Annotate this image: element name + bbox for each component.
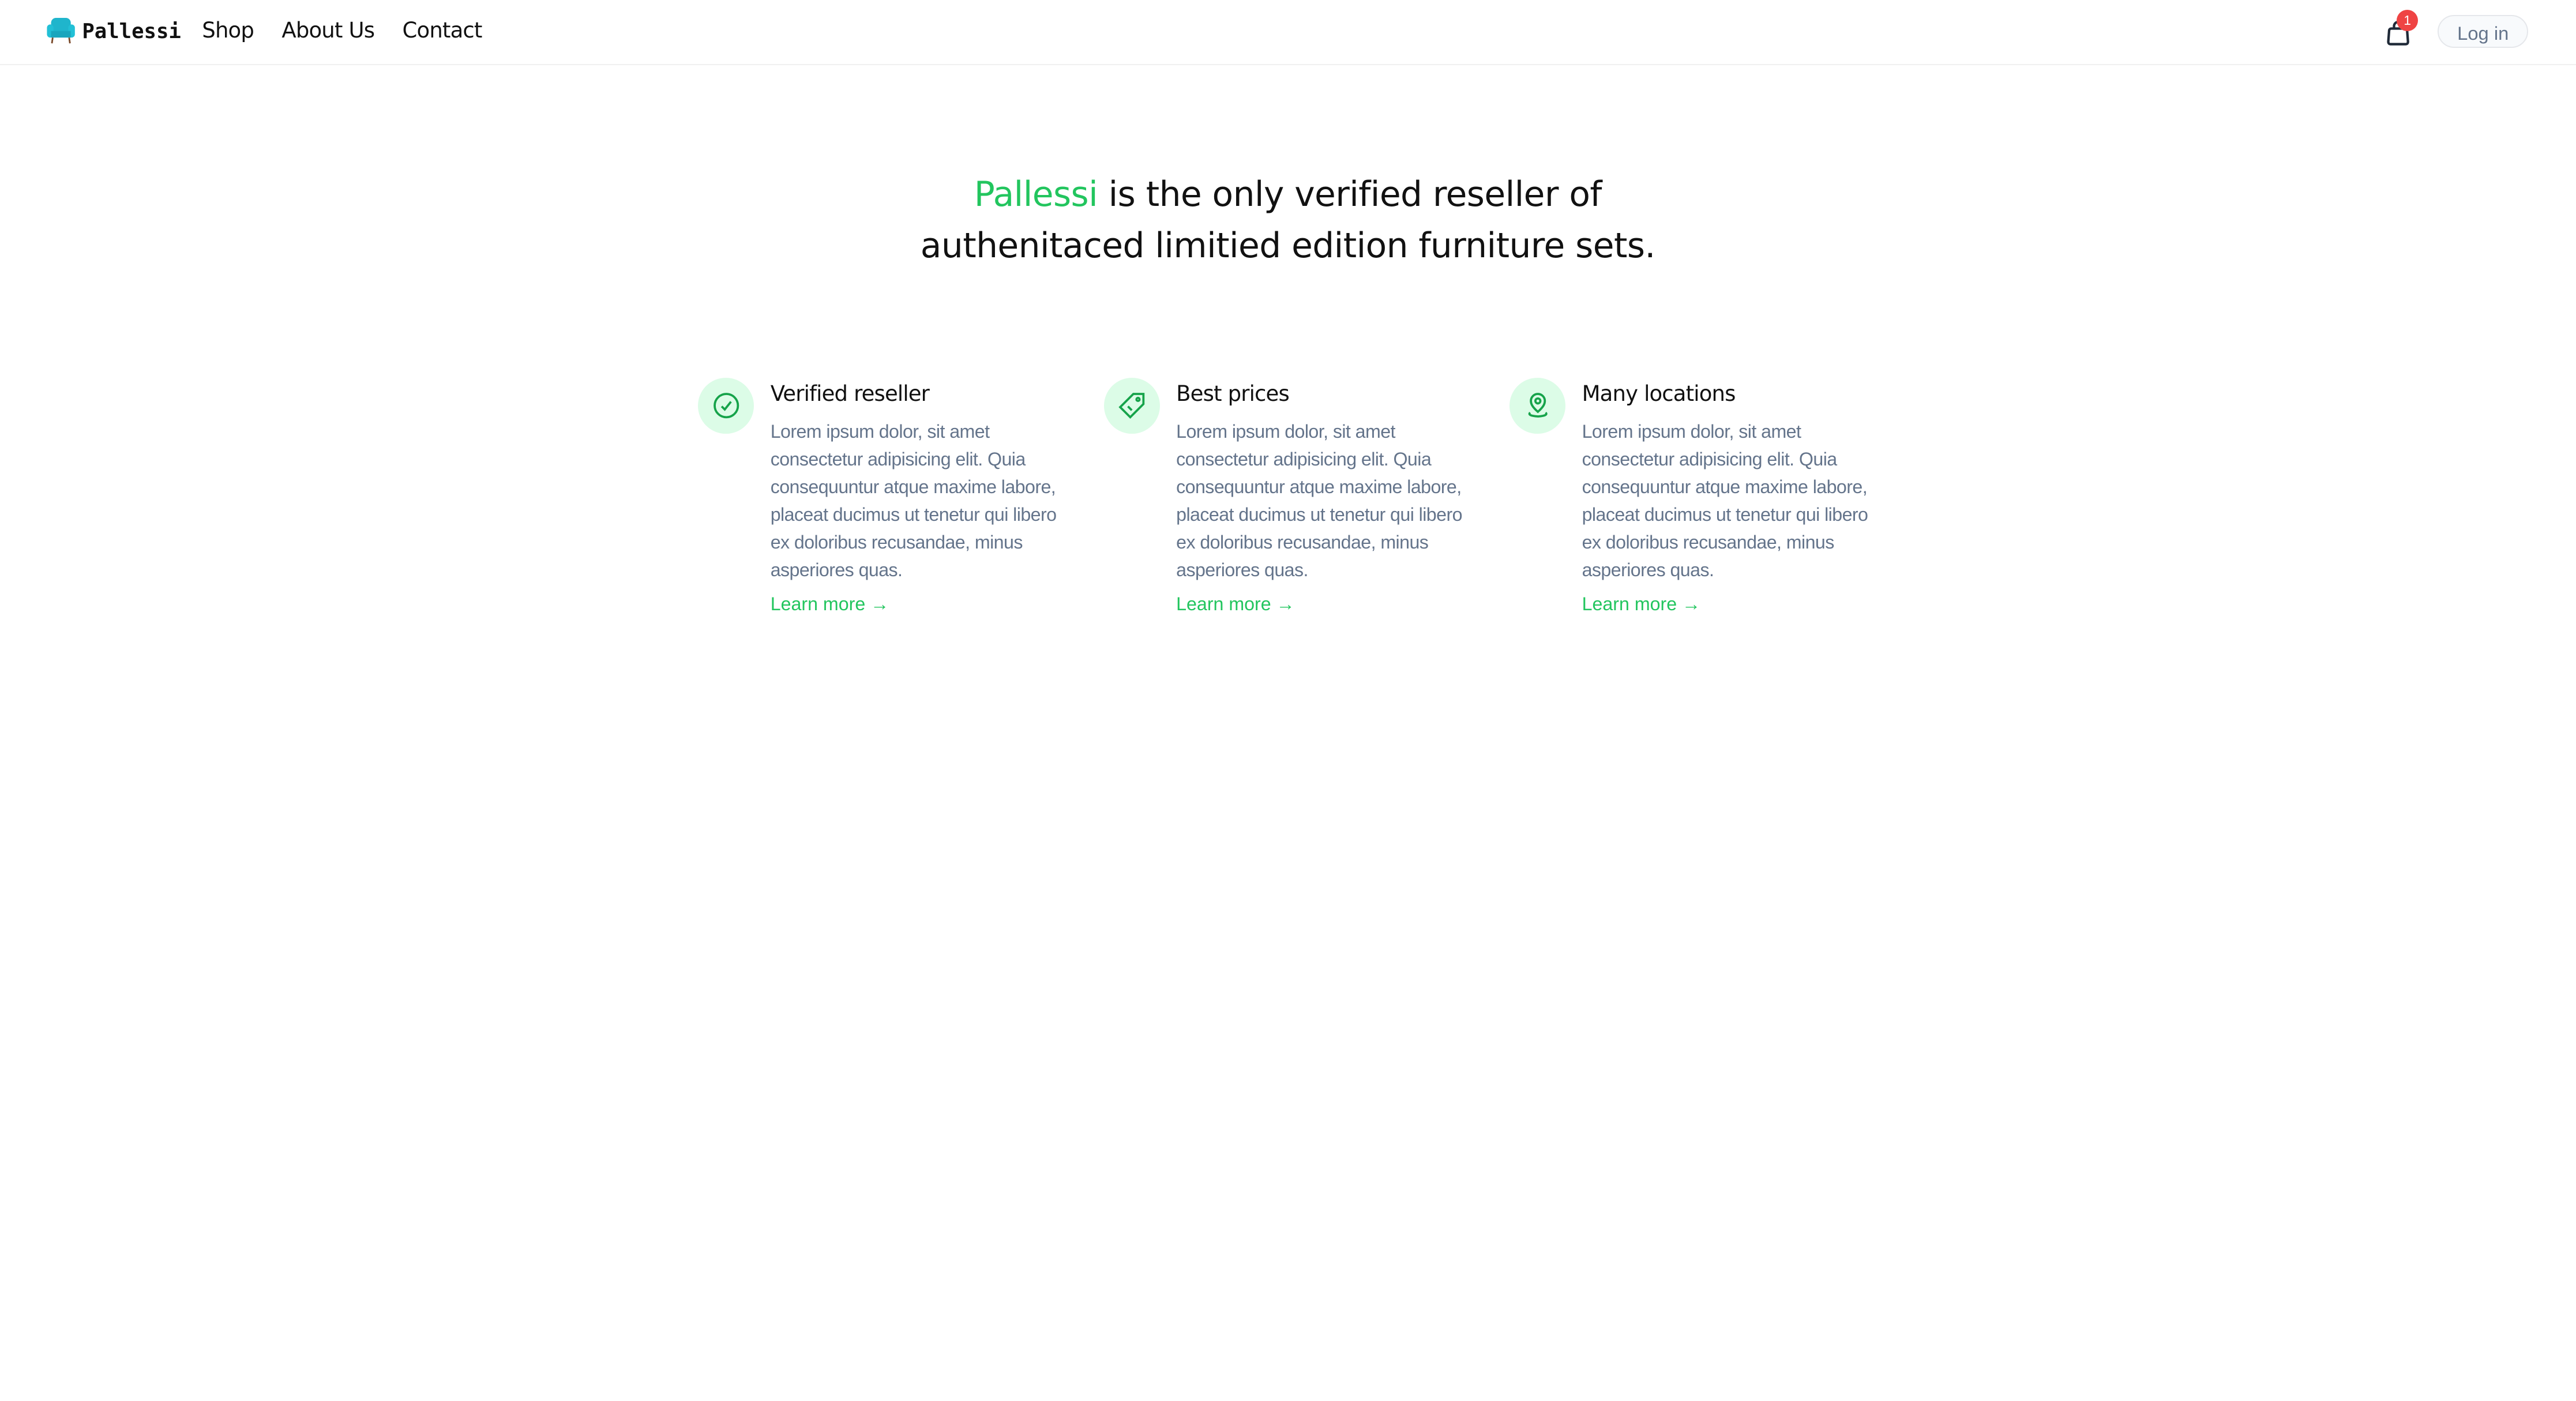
feature-description: Lorem ipsum dolor, sit amet consectetur … bbox=[770, 420, 1057, 581]
cart-count-badge: 1 bbox=[2397, 10, 2419, 32]
feature-description: Lorem ipsum dolor, sit amet consectetur … bbox=[1582, 420, 1868, 581]
feature-title: Verified reseller bbox=[770, 381, 930, 406]
check-circle-icon bbox=[698, 378, 754, 434]
feature-best-prices: Best prices Lorem ipsum dolor, sit amet … bbox=[1103, 378, 1509, 615]
navbar: Pallessi Shop About Us Contact 1 Log in bbox=[0, 0, 2576, 66]
hero-line1: is the only verified reseller of bbox=[1098, 174, 1602, 215]
hero-line2: authenitaced limitied edition furniture … bbox=[920, 225, 1656, 266]
armchair-icon bbox=[47, 18, 75, 44]
login-button[interactable]: Log in bbox=[2438, 14, 2529, 48]
nav-link-about-us[interactable]: About Us bbox=[281, 18, 375, 43]
feature-many-locations: Many locations Lorem ipsum dolor, sit am… bbox=[1509, 378, 1915, 615]
location-pin-icon bbox=[1509, 378, 1566, 434]
price-tag-icon bbox=[1103, 378, 1160, 434]
page: Pallessi Shop About Us Contact 1 Log in … bbox=[0, 0, 2576, 1401]
learn-more-link[interactable]: Learn more → bbox=[771, 594, 1104, 615]
features-section: Verified reseller Lorem ipsum dolor, sit… bbox=[698, 378, 1915, 615]
nav-link-contact[interactable]: Contact bbox=[403, 18, 483, 43]
feature-description: Lorem ipsum dolor, sit amet consectetur … bbox=[1176, 420, 1462, 581]
brand-name: Pallessi bbox=[82, 19, 181, 43]
hero-brand: Pallessi bbox=[974, 174, 1098, 215]
hero-headline: Pallessi is the only verified reseller o… bbox=[0, 169, 2576, 271]
feature-title: Many locations bbox=[1582, 381, 1736, 406]
nav-link-shop[interactable]: Shop bbox=[202, 18, 254, 43]
brand-logo-link[interactable]: Pallessi bbox=[46, 18, 181, 44]
learn-more-link[interactable]: Learn more → bbox=[1582, 594, 1916, 615]
main-nav: Shop About Us Contact bbox=[202, 18, 482, 43]
feature-title: Best prices bbox=[1176, 381, 1290, 406]
learn-more-link[interactable]: Learn more → bbox=[1176, 594, 1509, 615]
feature-verified-reseller: Verified reseller Lorem ipsum dolor, sit… bbox=[698, 378, 1103, 615]
